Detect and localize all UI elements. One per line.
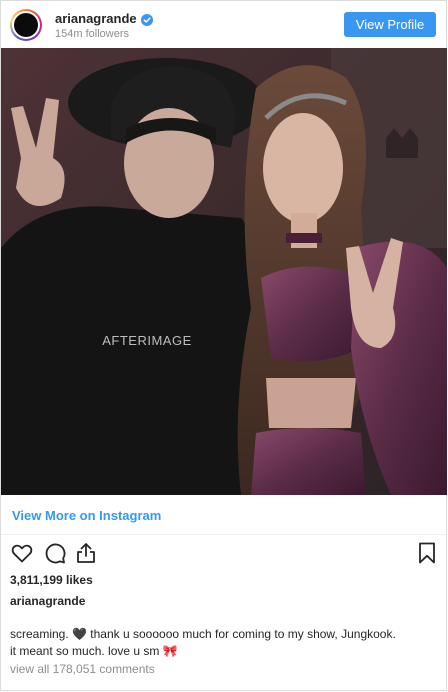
heart-icon[interactable] [10,541,34,565]
view-profile-button[interactable]: View Profile [344,12,436,37]
share-icon[interactable] [74,541,98,565]
caption-username[interactable]: arianagrande [10,594,85,608]
post-photo[interactable]: AFTERIMAGE [1,48,447,495]
post-header: arianagrande 154m followers View Profile [1,1,446,49]
username[interactable]: arianagrande [55,11,137,26]
caption-line-2: it meant so much. love u sm 🎀 [10,644,178,658]
view-comments-link[interactable]: view all 178,051 comments [10,662,155,676]
embed-card: arianagrande 154m followers View Profile [0,0,447,691]
comment-icon[interactable] [43,541,67,565]
view-more-link[interactable]: View More on Instagram [12,508,161,523]
verified-badge-icon [140,13,153,26]
caption-line-1: screaming. 🖤 thank u soooooo much for co… [10,627,396,641]
bookmark-icon[interactable] [415,541,439,565]
action-bar [1,541,446,565]
follower-count: 154m followers [55,28,129,40]
avatar[interactable] [10,9,42,41]
divider [1,534,446,535]
avatar-image [14,13,38,37]
shirt-print: AFTERIMAGE [102,333,192,348]
caption: screaming. 🖤 thank u soooooo much for co… [10,626,440,660]
like-count: 3,811,199 likes [10,573,93,587]
